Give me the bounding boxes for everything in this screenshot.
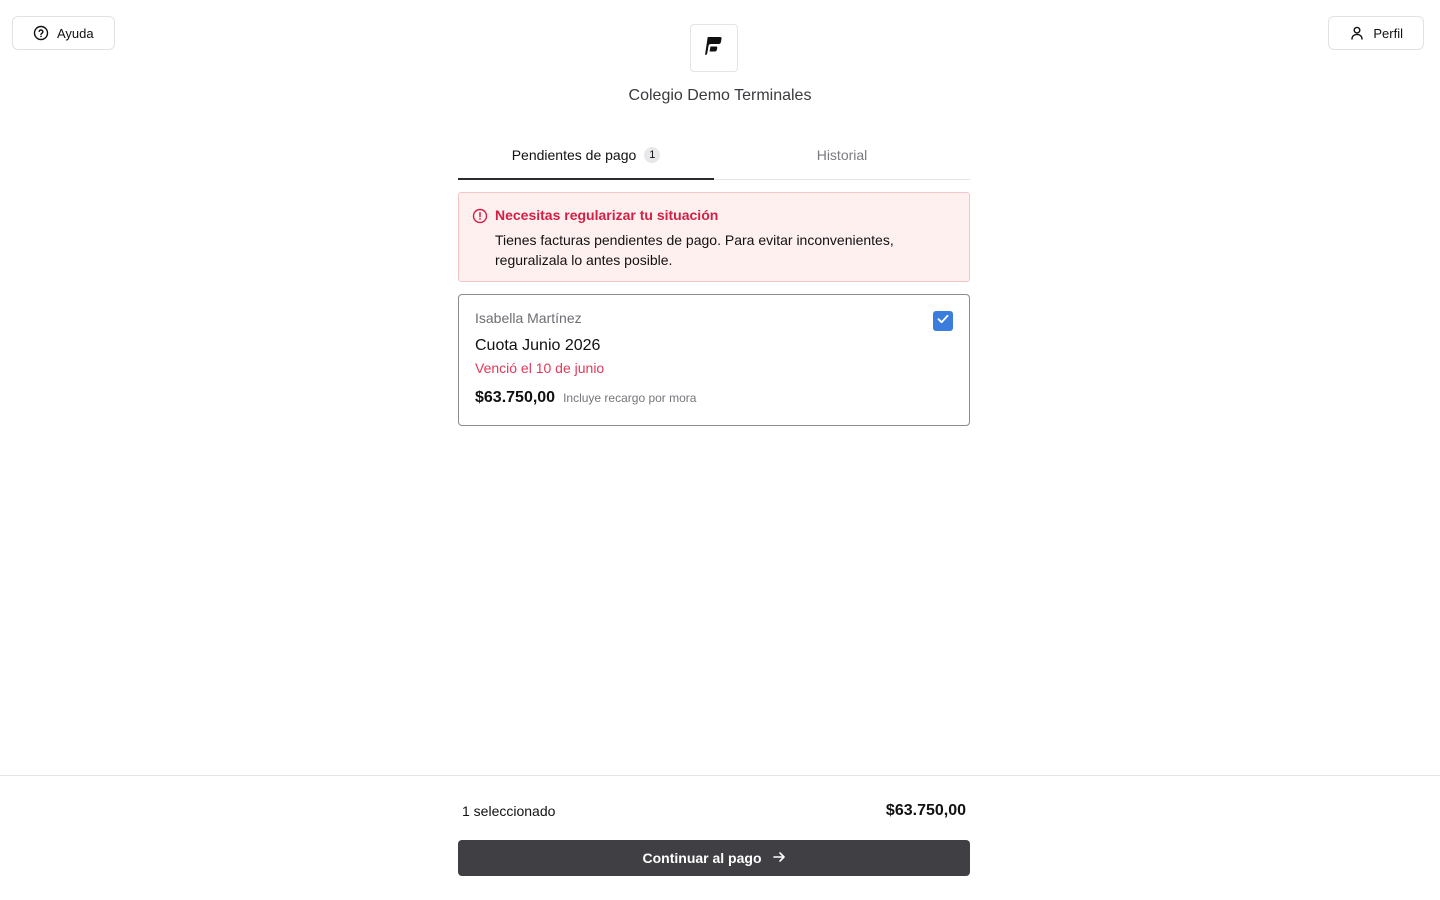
tab-label: Historial <box>816 146 868 163</box>
invoice-due-date: Venció el 10 de junio <box>475 360 605 376</box>
alert-circle-icon <box>472 208 488 229</box>
tab-history[interactable]: Historial <box>714 130 970 179</box>
help-button-label: Ayuda <box>57 25 94 41</box>
invoice-student-name: Isabella Martínez <box>475 310 582 326</box>
checkout-footer: 1 seleccionado $63.750,00 Continuar al p… <box>0 775 1440 900</box>
school-name: Colegio Demo Terminales <box>628 87 812 104</box>
school-logo <box>690 24 738 72</box>
overdue-alert: Necesitas regularizar tu situación Tiene… <box>458 192 970 282</box>
invoice-amount-row: $63.750,00 Incluye recargo por mora <box>475 389 953 407</box>
help-button[interactable]: Ayuda <box>12 16 115 50</box>
tabs: Pendientes de pago 1 Historial <box>458 130 970 180</box>
invoice-card[interactable]: Isabella Martínez Cuota Junio 2026 Venci… <box>458 294 970 426</box>
check-icon <box>936 312 950 331</box>
invoice-surcharge-note: Incluye recargo por mora <box>563 391 697 405</box>
selected-total: $63.750,00 <box>885 802 966 819</box>
alert-title: Necesitas regularizar tu situación <box>495 207 719 223</box>
profile-button-label: Perfil <box>1373 25 1403 41</box>
arrow-right-icon <box>772 850 786 867</box>
tab-label: Pendientes de pago <box>511 146 637 163</box>
continue-button-label: Continuar al pago <box>642 850 762 866</box>
alert-body: Tienes facturas pendientes de pago. Para… <box>495 232 894 268</box>
tab-pending-payments[interactable]: Pendientes de pago 1 <box>458 130 714 180</box>
profile-button[interactable]: Perfil <box>1328 16 1424 50</box>
invoice-select-checkbox[interactable] <box>933 311 953 331</box>
brand-logo-icon <box>705 36 723 61</box>
selected-count: 1 seleccionado <box>462 803 556 819</box>
invoice-title: Cuota Junio 2026 <box>475 337 601 354</box>
help-circle-icon <box>33 25 49 41</box>
payment-portal-page: Ayuda Perfil Colegio Demo Terminales Pen… <box>0 0 1440 900</box>
user-icon <box>1349 25 1365 41</box>
invoice-amount: $63.750,00 <box>475 389 556 406</box>
pending-count-badge: 1 <box>644 146 661 163</box>
continue-to-payment-button[interactable]: Continuar al pago <box>458 840 970 876</box>
